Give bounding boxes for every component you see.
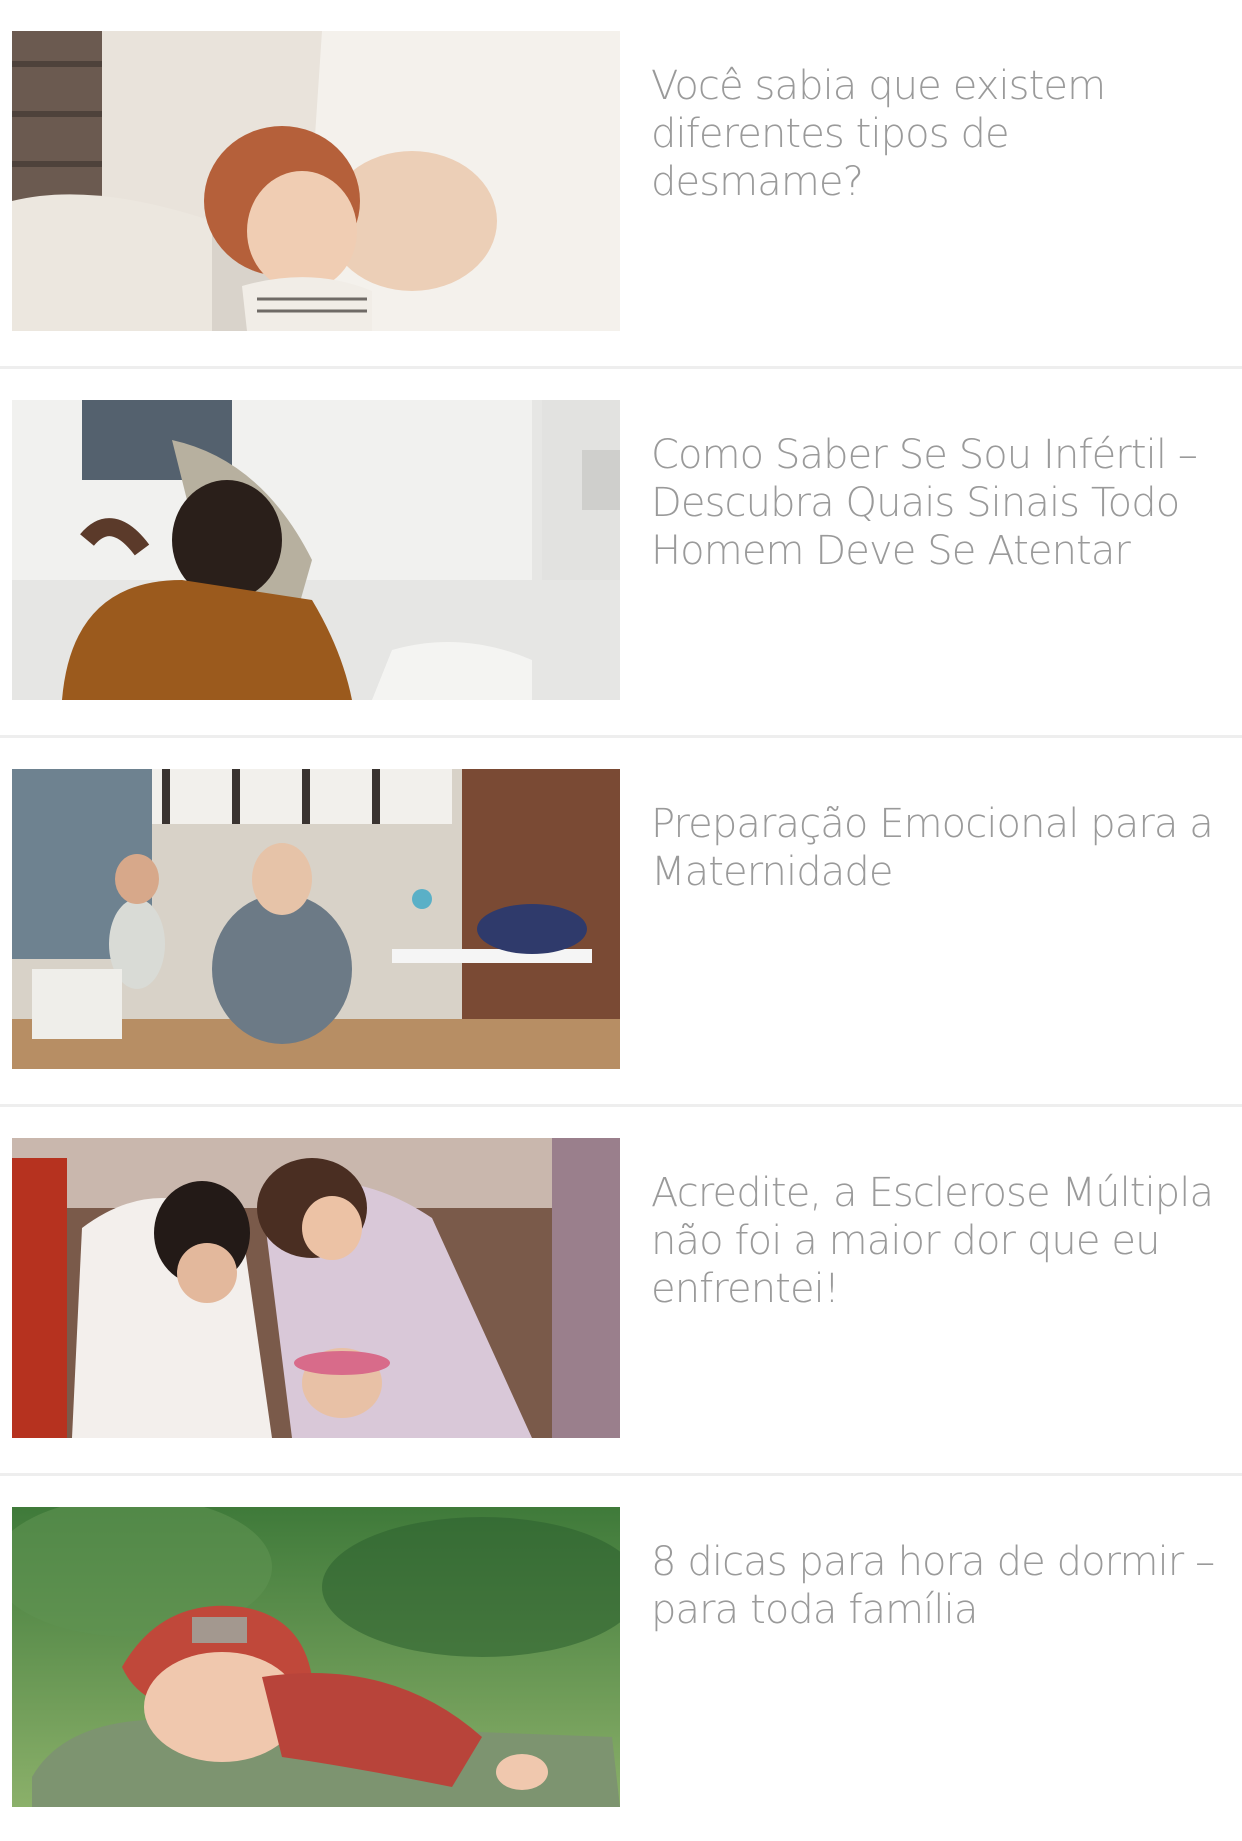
article-thumbnail[interactable] [12,769,620,1069]
mother-baby-living-room-photo [12,769,620,1069]
worried-man-comforted-photo [12,400,620,700]
article-title[interactable]: Preparação Emocional para a Maternidade [651,800,1221,896]
couple-with-child-ceremony-photo [12,1138,620,1438]
article-thumbnail[interactable] [12,1138,620,1438]
article-thumbnail[interactable] [12,31,620,331]
article-card[interactable]: 8 dicas para hora de dormir – para toda … [0,1476,1242,1807]
article-thumbnail[interactable] [12,400,620,700]
article-title[interactable]: Você sabia que existem diferentes tipos … [651,62,1221,206]
article-card[interactable]: Acredite, a Esclerose Múltipla não foi a… [0,1107,1242,1438]
article-thumbnail[interactable] [12,1507,620,1807]
article-card[interactable]: Preparação Emocional para a Maternidade [0,738,1242,1069]
mother-breastfeeding-toddler-photo [12,31,620,331]
article-card[interactable]: Você sabia que existem diferentes tipos … [0,0,1242,331]
sleeping-newborn-red-hat-photo [12,1507,620,1807]
article-title[interactable]: 8 dicas para hora de dormir – para toda … [651,1538,1221,1634]
article-title[interactable]: Como Saber Se Sou Infértil – Descubra Qu… [651,431,1221,575]
article-title[interactable]: Acredite, a Esclerose Múltipla não foi a… [651,1169,1221,1313]
article-card[interactable]: Como Saber Se Sou Infértil – Descubra Qu… [0,369,1242,700]
